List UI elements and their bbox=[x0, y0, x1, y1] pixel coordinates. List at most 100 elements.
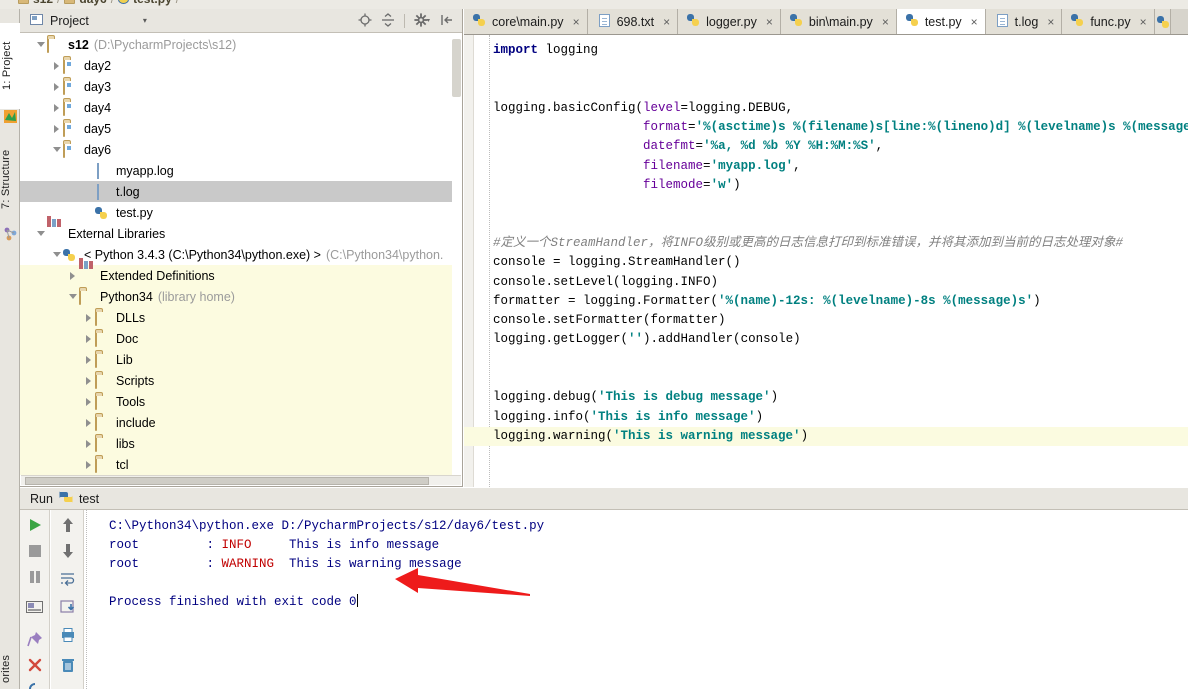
chevron-down-icon[interactable]: ▾ bbox=[143, 16, 147, 25]
chevron-right-icon[interactable] bbox=[82, 391, 95, 412]
tree-row-extended-definitions[interactable]: Extended Definitions bbox=[20, 265, 461, 286]
tree-row-day2[interactable]: day2 bbox=[20, 55, 461, 76]
chevron-right-icon[interactable] bbox=[82, 349, 95, 370]
chevron-right-icon[interactable] bbox=[50, 76, 63, 97]
source-folder-icon bbox=[63, 78, 79, 95]
close-tab-icon[interactable]: × bbox=[766, 15, 773, 29]
editor-tab-t-log[interactable]: t.log × bbox=[985, 9, 1063, 34]
hide-panel-icon[interactable] bbox=[440, 13, 454, 30]
editor-gutter bbox=[464, 35, 474, 487]
left-tool-strip: 1: Project 7: Structure orites bbox=[0, 9, 20, 689]
scroll-up-icon[interactable] bbox=[57, 514, 79, 536]
tool-window-button-favorites[interactable]: orites bbox=[0, 639, 20, 689]
tree-row-test-py[interactable]: test.py bbox=[20, 202, 461, 223]
run-configuration-name[interactable]: test bbox=[79, 492, 99, 506]
stop-icon[interactable] bbox=[24, 540, 46, 562]
chevron-down-icon[interactable] bbox=[34, 34, 47, 55]
export-icon[interactable] bbox=[57, 596, 79, 618]
run-console-output[interactable]: C:\Python34\python.exe D:/PycharmProject… bbox=[86, 510, 1188, 689]
tree-row-myapp-log[interactable]: myapp.log bbox=[20, 160, 461, 181]
editor-tab-core-main-py[interactable]: core\main.py × bbox=[464, 9, 588, 34]
close-tab-icon[interactable]: × bbox=[971, 15, 978, 29]
tree-item-label: day3 bbox=[84, 79, 112, 94]
editor-tab-test-py[interactable]: test.py × bbox=[896, 9, 986, 34]
scrollbar-thumb[interactable] bbox=[452, 39, 461, 97]
chevron-right-icon[interactable] bbox=[50, 55, 63, 76]
chevron-down-icon[interactable] bbox=[50, 244, 63, 265]
editor-tab-698-txt[interactable]: 698.txt × bbox=[587, 9, 679, 34]
rerun-icon[interactable] bbox=[24, 678, 46, 689]
editor-tab-overflow[interactable] bbox=[1154, 9, 1171, 34]
editor-tab-logger-py[interactable]: logger.py × bbox=[678, 9, 781, 34]
close-tab-icon[interactable]: × bbox=[882, 15, 889, 29]
chevron-down-icon[interactable] bbox=[50, 139, 63, 160]
show-console-icon[interactable] bbox=[24, 596, 46, 618]
chevron-right-icon[interactable] bbox=[82, 328, 95, 349]
breadcrumb-item-0[interactable]: s12 bbox=[33, 0, 53, 6]
tree-row-tools[interactable]: Tools bbox=[20, 391, 461, 412]
scrollbar-thumb[interactable] bbox=[25, 477, 429, 485]
tree-item-label: t.log bbox=[116, 184, 140, 199]
tree-item-label: day2 bbox=[84, 58, 112, 73]
print-icon[interactable] bbox=[57, 624, 79, 646]
pin-icon[interactable] bbox=[24, 628, 46, 650]
tree-row-day6[interactable]: day6 bbox=[20, 139, 461, 160]
tree-row-libs[interactable]: libs bbox=[20, 433, 461, 454]
chevron-right-icon[interactable] bbox=[50, 97, 63, 118]
project-tree[interactable]: s12 (D:\PycharmProjects\s12) day2 day3 day4 d… bbox=[20, 34, 461, 476]
editor-tab-func-py[interactable]: func.py × bbox=[1062, 9, 1155, 34]
chevron-right-icon[interactable] bbox=[82, 370, 95, 391]
chevron-right-icon[interactable] bbox=[82, 412, 95, 433]
chevron-right-icon[interactable] bbox=[82, 307, 95, 328]
breadcrumb-item-1[interactable]: day6 bbox=[79, 0, 106, 6]
code-editor[interactable]: import logging logging.basicConfig(level… bbox=[464, 35, 1188, 487]
tool-window-button-project[interactable]: 1: Project bbox=[0, 23, 20, 109]
editor-tab-bar[interactable]: core\main.py × 698.txt × logger.py × bin\main.… bbox=[464, 9, 1188, 35]
close-tab-icon[interactable]: × bbox=[573, 15, 580, 29]
chevron-down-icon[interactable] bbox=[34, 223, 47, 244]
close-tab-icon[interactable]: × bbox=[663, 15, 670, 29]
locate-icon[interactable] bbox=[358, 13, 372, 30]
tree-row-dlls[interactable]: DLLs bbox=[20, 307, 461, 328]
tool-window-button-structure[interactable]: 7: Structure bbox=[0, 131, 20, 227]
tree-row-scripts[interactable]: Scripts bbox=[20, 370, 461, 391]
tree-row-external-libraries[interactable]: External Libraries bbox=[20, 223, 461, 244]
close-tab-icon[interactable]: × bbox=[1140, 15, 1147, 29]
chevron-down-icon[interactable] bbox=[66, 286, 79, 307]
pause-icon[interactable] bbox=[24, 566, 46, 588]
run-icon[interactable] bbox=[24, 514, 46, 536]
project-tree-vertical-scrollbar[interactable] bbox=[452, 35, 461, 475]
tree-row-tcl[interactable]: tcl bbox=[20, 454, 461, 475]
close-icon[interactable] bbox=[24, 654, 46, 676]
chevron-right-icon[interactable] bbox=[82, 433, 95, 454]
tree-row-s12[interactable]: s12 (D:\PycharmProjects\s12) bbox=[20, 34, 461, 55]
chevron-right-icon[interactable] bbox=[50, 118, 63, 139]
tree-row-lib[interactable]: Lib bbox=[20, 349, 461, 370]
project-panel-title: Project bbox=[50, 13, 89, 28]
chevron-right-icon[interactable] bbox=[82, 454, 95, 475]
folder-icon bbox=[95, 330, 111, 347]
gear-icon[interactable] bbox=[414, 12, 431, 30]
scroll-down-icon[interactable] bbox=[57, 540, 79, 562]
tree-row-doc[interactable]: Doc bbox=[20, 328, 461, 349]
tree-row-include[interactable]: include bbox=[20, 412, 461, 433]
editor-code-content[interactable]: import logging logging.basicConfig(level… bbox=[464, 41, 1188, 447]
code-line: formatter = logging.Formatter('%(name)-1… bbox=[493, 293, 1041, 308]
breadcrumb-item-2[interactable]: test.py bbox=[133, 0, 172, 6]
tree-item-path: (C:\Python34\python. bbox=[325, 247, 444, 262]
folder-icon bbox=[95, 435, 111, 452]
editor-tab-bin-main-py[interactable]: bin\main.py × bbox=[780, 9, 897, 34]
tree-row-day5[interactable]: day5 bbox=[20, 118, 461, 139]
tree-row-day3[interactable]: day3 bbox=[20, 76, 461, 97]
project-tree-horizontal-scrollbar[interactable] bbox=[21, 475, 461, 485]
tree-row-day4[interactable]: day4 bbox=[20, 97, 461, 118]
close-tab-icon[interactable]: × bbox=[1047, 15, 1054, 29]
trash-icon[interactable] bbox=[57, 654, 79, 676]
chevron-right-icon[interactable] bbox=[66, 265, 79, 286]
tree-row-t-log[interactable]: t.log bbox=[20, 181, 461, 202]
collapse-all-icon[interactable] bbox=[381, 12, 395, 30]
tree-row-python34[interactable]: Python34 (library home) bbox=[20, 286, 461, 307]
soft-wrap-icon[interactable] bbox=[57, 568, 79, 590]
